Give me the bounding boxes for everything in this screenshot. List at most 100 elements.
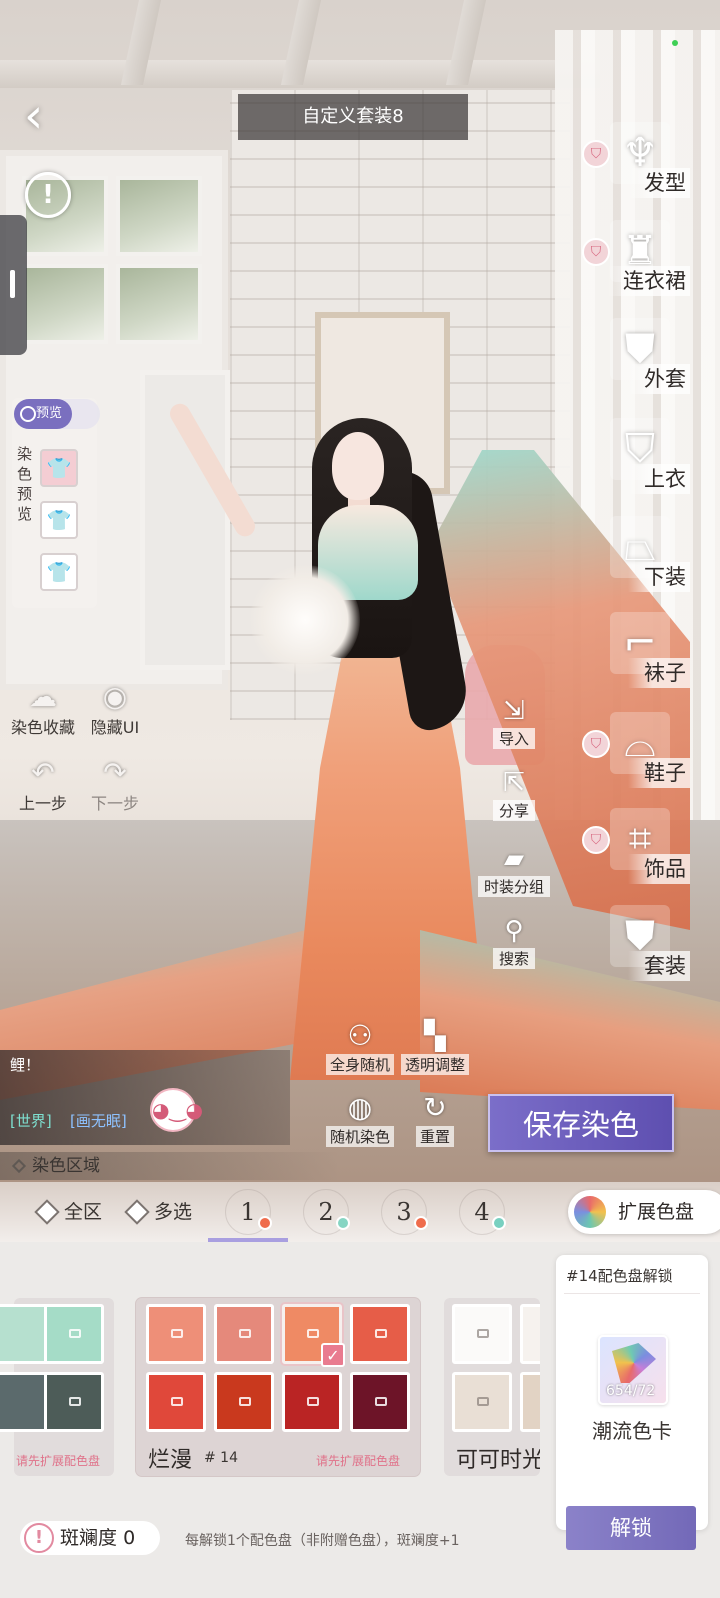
category-label: 发型: [628, 168, 690, 198]
shirt-badge-icon: ⛉: [582, 238, 610, 266]
feather-shoulder: [250, 565, 360, 675]
preview-toggle[interactable]: 预览: [14, 399, 100, 429]
color-fan-icon: [612, 1343, 656, 1383]
lock-icon: [477, 1397, 489, 1406]
unlock-card-heading: #14配色盘解锁: [566, 1267, 673, 1285]
spot-level-badge[interactable]: ! 斑斓度 0: [20, 1521, 160, 1555]
folder-icon: ▰: [504, 844, 524, 874]
diamond-checkbox-icon: [124, 1199, 150, 1225]
category-top[interactable]: ⛉ 上衣: [596, 418, 706, 513]
reset-label: 重置: [415, 1126, 454, 1147]
transparency-button[interactable]: ▚ 透明调整: [395, 1018, 475, 1075]
save-dye-button[interactable]: 保存染色: [488, 1094, 674, 1152]
color-swatch[interactable]: [214, 1304, 274, 1364]
color-swatch[interactable]: [44, 1372, 104, 1432]
dye-favorites-button[interactable]: ☁ 染色收藏: [3, 680, 83, 738]
all-region-option[interactable]: 全区: [34, 1196, 102, 1228]
category-accessory[interactable]: ⛉ ⌗ 饰品: [582, 808, 706, 903]
palette-group-prev: 请先扩展配色盘: [0, 1298, 114, 1476]
unlock-button[interactable]: 解锁: [566, 1506, 696, 1550]
color-swatch[interactable]: [350, 1372, 410, 1432]
color-swatch[interactable]: [282, 1372, 342, 1432]
region-tab-2[interactable]: 2: [296, 1188, 356, 1236]
color-swatch[interactable]: [214, 1372, 274, 1432]
reset-button[interactable]: ↻ 重置: [395, 1090, 475, 1147]
color-swatch[interactable]: [350, 1304, 410, 1364]
lock-icon: [171, 1329, 183, 1338]
info-alert-button[interactable]: !: [25, 172, 71, 218]
random-all-button[interactable]: ⚇ 全身随机: [320, 1018, 400, 1075]
preview-shirt-3[interactable]: 👕: [40, 553, 78, 591]
hide-ui-button[interactable]: ◉ 隐藏UI: [75, 680, 155, 738]
region-tab-1[interactable]: 1: [208, 1188, 288, 1242]
category-dress[interactable]: ⛉ ♜ 连衣裙: [582, 220, 706, 315]
diamond-checkbox-icon: [34, 1199, 60, 1225]
color-swatch[interactable]: [146, 1304, 206, 1364]
chat-channel-world[interactable]: [世界]: [10, 1110, 52, 1131]
chat-message: 鲤！: [10, 1056, 41, 1074]
expand-palette-button[interactable]: 扩展色盘: [568, 1190, 720, 1234]
category-bottom[interactable]: ⏢ 下装: [596, 516, 706, 611]
category-socks[interactable]: ⌐ 袜子: [596, 612, 706, 707]
palette-group-main: ✓ 烂漫 # 14 请先扩展配色盘: [136, 1298, 420, 1476]
spot-level-label: 斑斓度: [60, 1527, 118, 1549]
random-dye-button[interactable]: ◍ 随机染色: [320, 1090, 400, 1147]
region-tab-4[interactable]: 4: [452, 1188, 512, 1236]
color-swatch[interactable]: [520, 1304, 540, 1364]
color-swatch-selected[interactable]: ✓: [282, 1304, 345, 1367]
region-color-dot: [336, 1216, 350, 1230]
region-tab-3[interactable]: 3: [374, 1188, 434, 1236]
category-shoes[interactable]: ⛉ ⌓ 鞋子: [582, 712, 706, 807]
spot-level-note: 每解锁1个配色盘（非附赠色盘），斑斓度+1: [185, 1533, 460, 1549]
palette-name: 烂漫: [148, 1448, 193, 1473]
color-swatch[interactable]: [146, 1372, 206, 1432]
shirt-badge-icon: ⛉: [582, 826, 610, 854]
redo-button[interactable]: ↷ 下一步: [75, 756, 155, 814]
category-label: 套装: [628, 951, 690, 981]
color-swatch[interactable]: [44, 1304, 104, 1364]
lock-icon: [69, 1329, 81, 1338]
preview-shirt-2[interactable]: 👕: [40, 501, 78, 539]
undo-button[interactable]: ↶ 上一步: [3, 756, 83, 814]
search-button[interactable]: ⚲ 搜索: [474, 914, 554, 969]
eye-icon: [20, 406, 36, 422]
palette-locked-note: 请先扩展配色盘: [16, 1454, 101, 1468]
color-swatch[interactable]: [452, 1304, 512, 1364]
color-card-count: 654/72: [606, 1383, 656, 1399]
search-label: 搜索: [492, 948, 535, 969]
category-hairstyle[interactable]: ⛉ ♆ 发型: [582, 122, 706, 217]
category-coat[interactable]: ⛊ 外套: [596, 318, 706, 413]
side-drawer-handle[interactable]: [0, 215, 27, 355]
lock-icon: [477, 1329, 489, 1338]
random-all-label: 全身随机: [325, 1054, 394, 1075]
multi-select-label: 多选: [154, 1201, 193, 1223]
chat-channel-name[interactable]: [画无眠]: [70, 1110, 127, 1131]
fashion-group-button[interactable]: ▰ 时装分组: [474, 842, 554, 897]
palette-locked-note: 请先扩展配色盘: [316, 1454, 401, 1468]
palette-number: # 14: [204, 1450, 238, 1466]
import-button[interactable]: ⇲ 导入: [474, 694, 554, 749]
shirt-icon: 👕: [46, 560, 72, 584]
reset-circle-icon: ↻: [423, 1091, 447, 1124]
color-swatch[interactable]: [520, 1372, 540, 1432]
lock-icon: [171, 1397, 183, 1406]
chat-box[interactable]: 鲤！ [世界] [画无眠] ◕‿◕: [0, 1050, 290, 1145]
category-label: 鞋子: [628, 758, 690, 788]
category-outfit[interactable]: ⛊ 套装: [596, 905, 706, 1000]
dye-favorites-label: 染色收藏: [10, 718, 75, 737]
undo-arrow-icon: ↶: [31, 756, 55, 789]
color-swatch[interactable]: [452, 1372, 512, 1432]
exclamation-icon: !: [24, 1523, 54, 1553]
multi-select-option[interactable]: 多选: [124, 1196, 192, 1228]
handle-grip-icon: [10, 270, 15, 298]
exclamation-icon: !: [42, 180, 54, 210]
mascot-avatar-icon[interactable]: ◕‿◕: [150, 1088, 203, 1132]
dye-preview-label: 染色预览: [17, 445, 33, 523]
person-shuffle-icon: ⚇: [347, 1019, 373, 1052]
share-button[interactable]: ⇱ 分享: [474, 766, 554, 821]
category-label: 袜子: [628, 658, 690, 688]
window-pane: [116, 264, 202, 344]
expand-palette-label: 扩展色盘: [618, 1201, 695, 1223]
preview-shirt-1[interactable]: 👕: [40, 449, 78, 487]
back-button[interactable]: ‹: [24, 88, 72, 144]
